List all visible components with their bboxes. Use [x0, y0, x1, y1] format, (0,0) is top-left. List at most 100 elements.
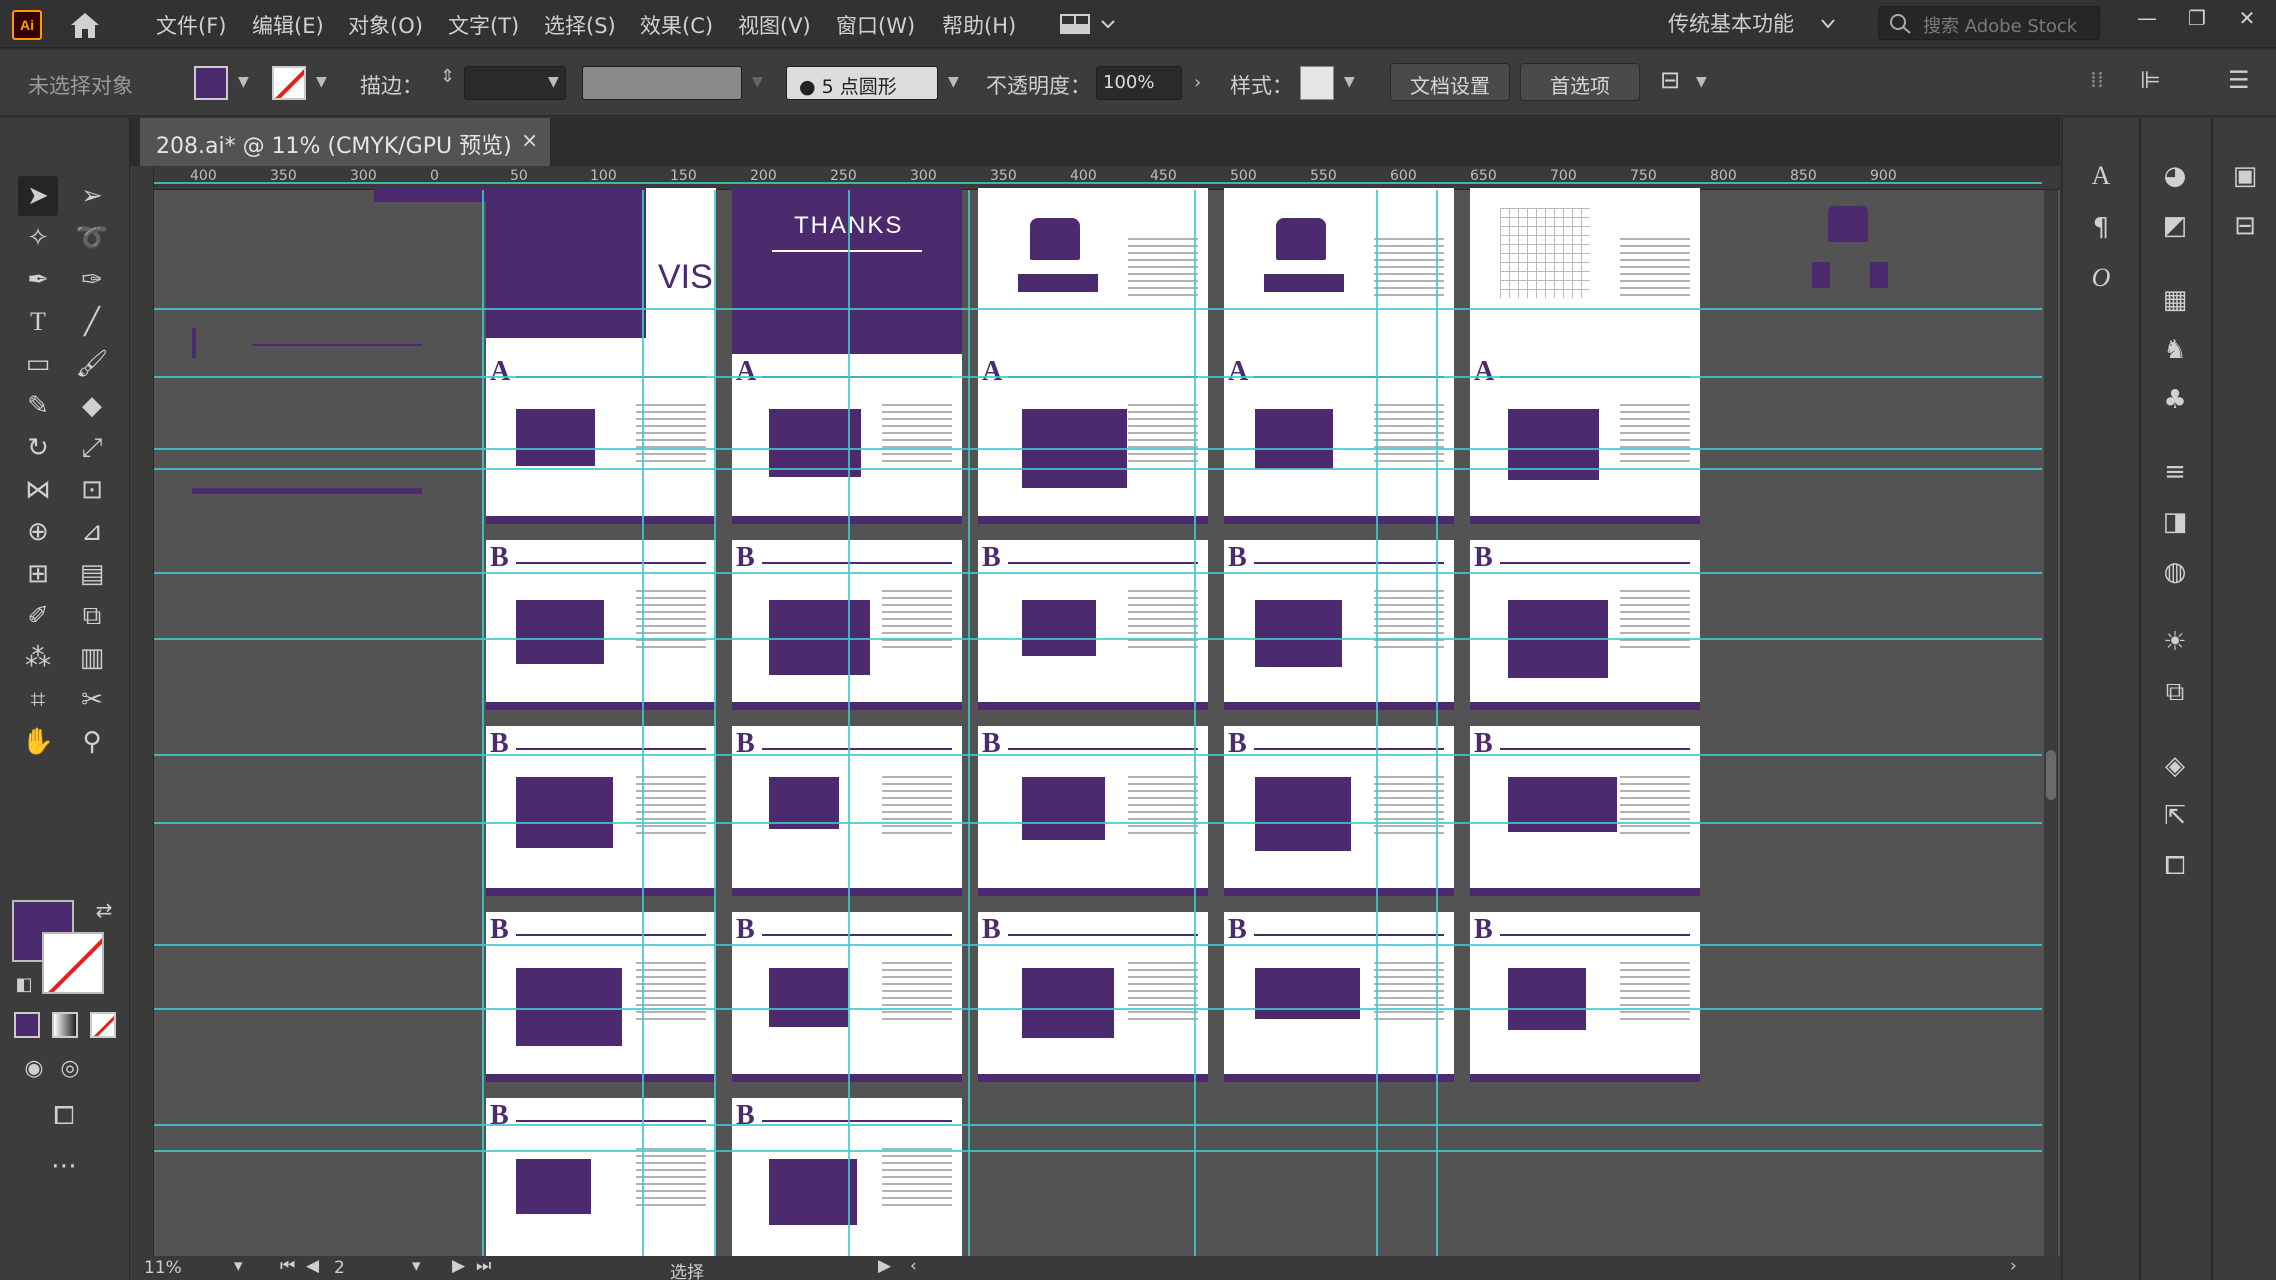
variable-width-profile[interactable]: [582, 66, 742, 100]
menu-help[interactable]: 帮助(H): [942, 10, 1016, 40]
brush-definition[interactable]: ● 5 点圆形: [786, 66, 938, 100]
document-tab[interactable]: 208.ai* @ 11% (CMYK/GPU 预览) ×: [140, 118, 550, 166]
menu-type[interactable]: 文字(T): [448, 10, 519, 40]
color-guide-icon[interactable]: ◕: [2155, 156, 2195, 196]
scroll-left-icon[interactable]: ‹: [910, 1256, 917, 1276]
line-tool-icon[interactable]: ╱: [72, 302, 112, 342]
hand-tool-icon[interactable]: ✋: [18, 722, 58, 762]
more-tools-icon[interactable]: ⋯: [44, 1146, 84, 1186]
artboard[interactable]: A: [1224, 354, 1454, 524]
menu-icon[interactable]: ☰: [2228, 66, 2250, 94]
screen-mode-icon[interactable]: ⧠: [44, 1096, 84, 1136]
chevron-down-icon[interactable]: ▼: [948, 74, 959, 90]
draw-mode-icon[interactable]: ◉: [14, 1048, 54, 1088]
transparency-panel-icon[interactable]: ◍: [2155, 552, 2195, 592]
color-mode-icon[interactable]: [14, 1012, 40, 1038]
graphic-styles-icon[interactable]: ⧉: [2155, 672, 2195, 712]
status-menu-icon[interactable]: ▶: [878, 1256, 891, 1276]
zoom-tool-icon[interactable]: ⚲: [72, 722, 112, 762]
artboard[interactable]: B: [1470, 726, 1700, 896]
menu-object[interactable]: 对象(O): [348, 10, 423, 40]
canvas[interactable]: 400 350 300 0 50 100 150 200 250 300 350 400 450 500 5…: [130, 166, 2060, 1256]
chevron-down-icon[interactable]: ▾: [412, 1256, 421, 1276]
artboard[interactable]: B: [1470, 912, 1700, 1082]
width-tool-icon[interactable]: ⋈: [18, 470, 58, 510]
artboard[interactable]: B: [1470, 540, 1700, 710]
draw-behind-icon[interactable]: ◎: [50, 1048, 90, 1088]
artboard[interactable]: [1470, 188, 1700, 358]
symbol-sprayer-tool-icon[interactable]: ⁂: [18, 638, 58, 678]
gradient-tool-icon[interactable]: ▤: [72, 554, 112, 594]
shape-builder-tool-icon[interactable]: ⊕: [18, 512, 58, 552]
next-artboard-icon[interactable]: ▶: [452, 1256, 465, 1276]
close-icon[interactable]: ×: [521, 128, 538, 152]
free-transform-tool-icon[interactable]: ⊡: [72, 470, 112, 510]
stroke-panel-icon[interactable]: ≡: [2155, 452, 2195, 492]
stroke-color-swatch[interactable]: [272, 66, 306, 100]
minimize-button[interactable]: —: [2130, 6, 2164, 34]
preferences-button[interactable]: 首选项: [1520, 63, 1640, 101]
artboard[interactable]: B: [978, 912, 1208, 1082]
scroll-right-icon[interactable]: ›: [2010, 1256, 2017, 1276]
close-window-button[interactable]: ✕: [2230, 6, 2264, 34]
restore-button[interactable]: ❐: [2180, 6, 2214, 34]
align-icon[interactable]: ⊟: [1660, 66, 1680, 94]
pen-tool-icon[interactable]: ✒: [18, 260, 58, 300]
document-setup-button[interactable]: 文档设置: [1390, 63, 1510, 101]
home-icon[interactable]: [68, 10, 102, 40]
rectangle-tool-icon[interactable]: ▭: [18, 344, 58, 384]
symbols-panel-icon[interactable]: ♞: [2155, 330, 2195, 370]
export-icon[interactable]: ⇱: [2155, 796, 2195, 836]
scale-tool-icon[interactable]: ⤢: [72, 428, 112, 468]
chevron-down-icon[interactable]: ▼: [1696, 74, 1707, 90]
direct-selection-tool-icon[interactable]: ➢: [72, 176, 112, 216]
artboard[interactable]: B: [486, 726, 716, 896]
artboard[interactable]: B: [732, 540, 962, 710]
eyedropper-tool-icon[interactable]: ✐: [18, 596, 58, 636]
clubs-symbol-icon[interactable]: ♣: [2155, 380, 2195, 420]
libraries-panel-icon[interactable]: ▣: [2225, 156, 2265, 196]
chevron-right-icon[interactable]: ›: [1194, 72, 1201, 93]
artboard[interactable]: A: [486, 354, 716, 524]
artboard[interactable]: B: [486, 912, 716, 1082]
default-colors-icon[interactable]: ◧: [4, 964, 44, 1004]
opentype-panel-icon[interactable]: O: [2081, 258, 2121, 298]
chevron-down-icon[interactable]: ▾: [234, 1256, 243, 1276]
artboard[interactable]: B: [978, 726, 1208, 896]
arrange-documents-icon[interactable]: [1060, 12, 1120, 38]
chevron-down-icon[interactable]: ▼: [548, 74, 559, 90]
transform-icon[interactable]: ⁞⁞: [2090, 68, 2104, 93]
artboard[interactable]: [978, 188, 1208, 358]
artboard[interactable]: A: [978, 354, 1208, 524]
artboard[interactable]: B: [1224, 726, 1454, 896]
scrollbar-thumb[interactable]: [2046, 750, 2056, 800]
artboard[interactable]: B: [1224, 912, 1454, 1082]
fill-color-swatch[interactable]: [194, 66, 228, 100]
gradient-mode-icon[interactable]: [52, 1012, 78, 1038]
artboard-tool-icon[interactable]: ⌗: [18, 680, 58, 720]
rotate-tool-icon[interactable]: ↻: [18, 428, 58, 468]
artboard[interactable]: B: [732, 912, 962, 1082]
first-artboard-icon[interactable]: ⏮: [280, 1256, 295, 1276]
menu-view[interactable]: 视图(V): [738, 10, 811, 40]
artboard[interactable]: B: [486, 540, 716, 710]
menu-effect[interactable]: 效果(C): [640, 10, 713, 40]
menu-file[interactable]: 文件(F): [156, 10, 226, 40]
mesh-tool-icon[interactable]: ⊞: [18, 554, 58, 594]
none-mode-icon[interactable]: [90, 1012, 116, 1038]
artboard[interactable]: B: [732, 726, 962, 896]
paragraph-panel-icon[interactable]: ¶: [2081, 208, 2121, 248]
brushes-panel-icon[interactable]: ▦: [2155, 280, 2195, 320]
magic-wand-tool-icon[interactable]: ✧: [18, 218, 58, 258]
curvature-tool-icon[interactable]: ✑: [72, 260, 112, 300]
chevron-down-icon[interactable]: ▼: [238, 74, 249, 90]
artboard[interactable]: B: [1224, 540, 1454, 710]
menu-select[interactable]: 选择(S): [544, 10, 616, 40]
eraser-tool-icon[interactable]: ◆: [72, 386, 112, 426]
selection-tool-icon[interactable]: ➤: [18, 176, 58, 216]
previous-artboard-icon[interactable]: ◀: [306, 1256, 319, 1276]
character-panel-icon[interactable]: A: [2081, 156, 2121, 196]
artboard[interactable]: A: [1470, 354, 1700, 524]
artboards-panel-icon[interactable]: ⧠: [2155, 846, 2195, 886]
paintbrush-tool-icon[interactable]: 🖌: [72, 344, 112, 384]
